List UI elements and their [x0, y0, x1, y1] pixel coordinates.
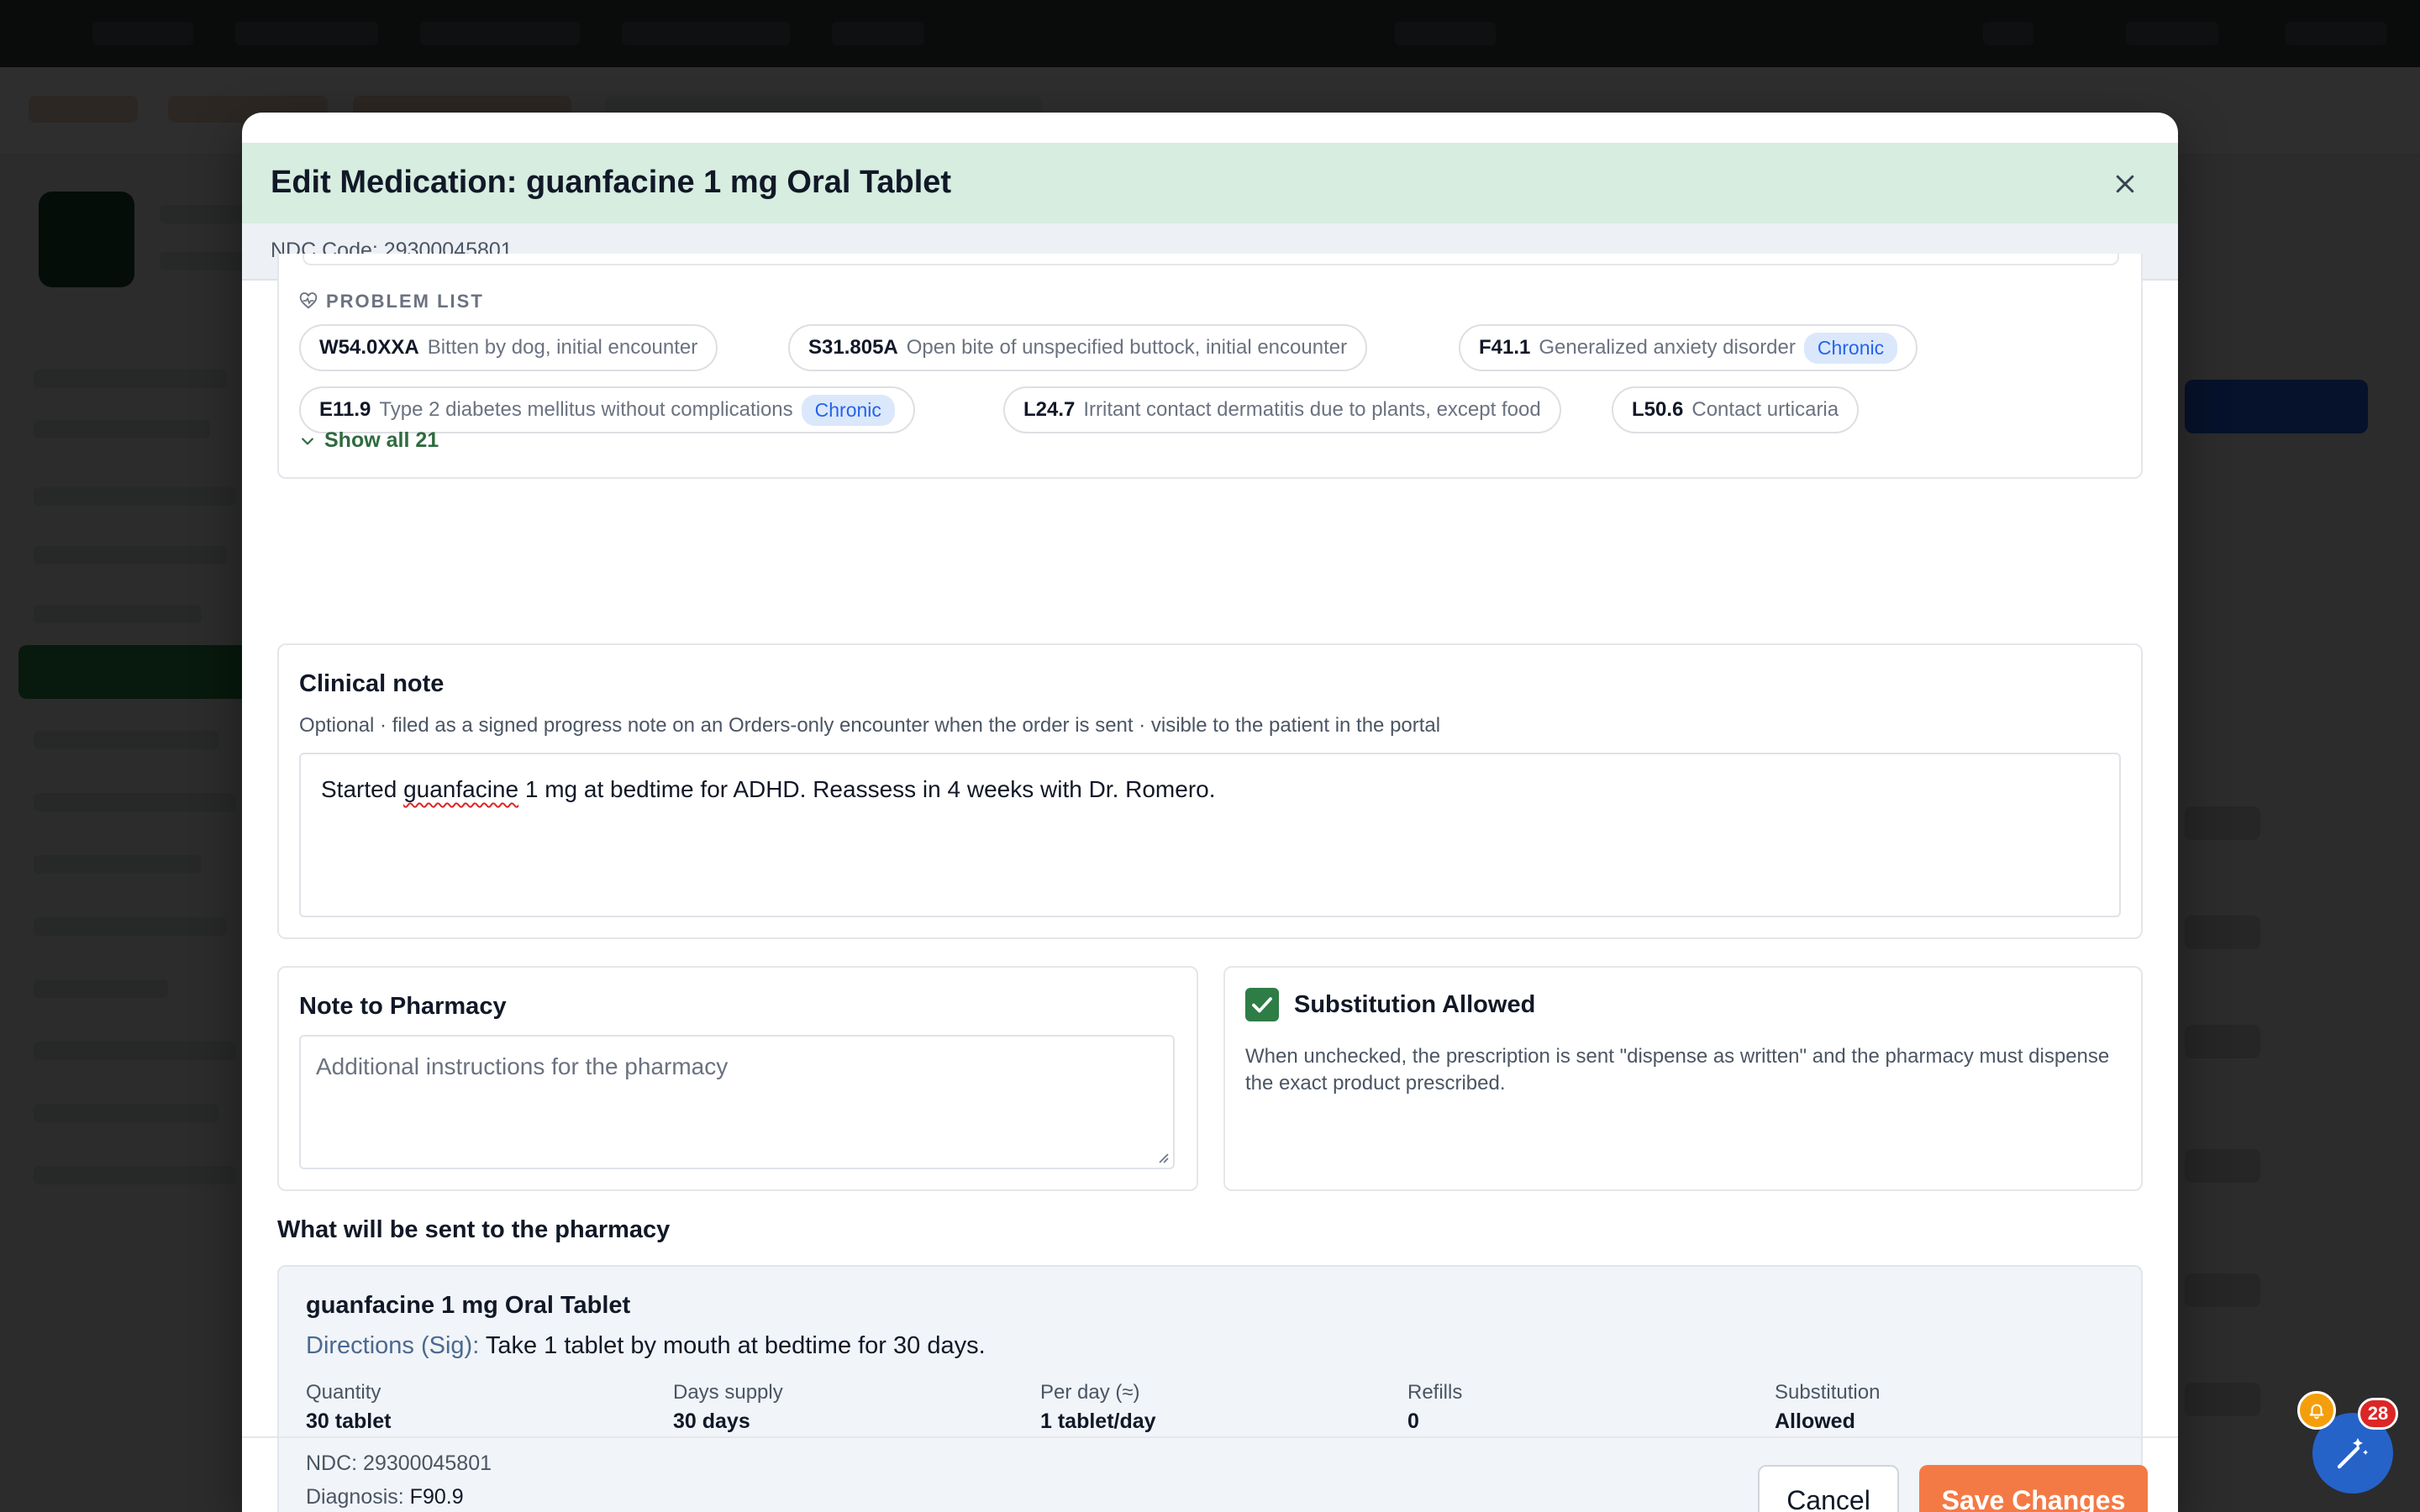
summary-field-days-supply: Days supply 30 days — [673, 1381, 783, 1433]
resize-grip-icon[interactable] — [1155, 1149, 1170, 1164]
modal-title: Edit Medication: guanfacine 1 mg Oral Ta… — [271, 165, 952, 200]
notification-bell-button[interactable] — [2297, 1391, 2336, 1430]
problem-list-heading: PROBLEM LIST — [299, 291, 484, 312]
chronic-badge: Chronic — [1803, 332, 1898, 364]
heart-pulse-icon — [299, 292, 318, 309]
summary-heading: What will be sent to the pharmacy — [277, 1216, 671, 1243]
magic-wand-icon — [2337, 1438, 2368, 1469]
summary-field-quantity: Quantity 30 tablet — [306, 1381, 392, 1433]
pharmacy-note-card: Note to Pharmacy Additional instructions… — [277, 966, 1198, 1191]
summary-field-substitution: Substitution Allowed — [1775, 1381, 1881, 1433]
pharmacy-note-textarea[interactable]: Additional instructions for the pharmacy — [299, 1035, 1175, 1169]
substitution-card: Substitution Allowed When unchecked, the… — [1223, 966, 2143, 1191]
problem-chip[interactable]: E11.9 Type 2 diabetes mellitus without c… — [299, 386, 915, 433]
summary-field-per-day: Per day (≈) 1 tablet/day — [1040, 1381, 1156, 1433]
pharmacy-note-placeholder: Additional instructions for the pharmacy — [316, 1053, 729, 1079]
close-icon — [2116, 175, 2134, 193]
substitution-label[interactable]: Substitution Allowed — [1294, 991, 1535, 1019]
pharmacy-note-title: Note to Pharmacy — [299, 993, 507, 1020]
summary-diagnosis: Diagnosis: F90.9 — [306, 1485, 464, 1509]
chronic-badge: Chronic — [801, 394, 895, 426]
edit-medication-modal: Edit Medication: guanfacine 1 mg Oral Ta… — [242, 113, 2178, 1512]
summary-field-refills: Refills 0 — [1407, 1381, 1463, 1433]
clinical-note-text: Started guanfacine 1 mg at bedtime for A… — [321, 776, 1216, 802]
save-changes-button[interactable]: Save Changes — [1919, 1465, 2148, 1512]
modal-body[interactable]: PROBLEM LIST W54.0XXA Bitten by dog, ini… — [242, 254, 2178, 1512]
substitution-hint: When unchecked, the prescription is sent… — [1245, 1045, 2110, 1095]
summary-ndc: NDC: 29300045801 — [306, 1452, 492, 1475]
modal-header: Edit Medication: guanfacine 1 mg Oral Ta… — [242, 143, 2178, 223]
show-all-problems-button[interactable]: Show all 21 — [299, 428, 439, 453]
problem-chip[interactable]: F41.1 Generalized anxiety disorder Chron… — [1459, 324, 1918, 371]
problem-chip[interactable]: L50.6 Contact urticaria — [1612, 386, 1860, 433]
substitution-checkbox[interactable] — [1245, 988, 1279, 1021]
close-button[interactable] — [2106, 165, 2144, 203]
check-icon — [1252, 997, 1272, 1013]
footer-divider — [242, 1436, 2178, 1438]
summary-sig: Directions (Sig): Take 1 tablet by mouth… — [306, 1332, 986, 1359]
cancel-button[interactable]: Cancel — [1758, 1465, 1899, 1512]
problem-chip[interactable]: W54.0XXA Bitten by dog, initial encounte… — [299, 324, 718, 371]
notification-count-badge: 28 — [2358, 1398, 2398, 1430]
chevron-down-icon — [302, 437, 313, 444]
problem-list-card: PROBLEM LIST W54.0XXA Bitten by dog, ini… — [277, 254, 2143, 479]
bell-icon — [2309, 1404, 2324, 1420]
problem-chip[interactable]: L24.7 Irritant contact dermatitis due to… — [1003, 386, 1561, 433]
clinical-note-title: Clinical note — [299, 670, 445, 697]
clinical-note-card: Clinical note Optional · filed as a sign… — [277, 643, 2143, 939]
problem-chip[interactable]: S31.805A Open bite of unspecified buttoc… — [788, 324, 1368, 371]
summary-drug-name: guanfacine 1 mg Oral Tablet — [306, 1292, 631, 1319]
clinical-note-hint: Optional · filed as a signed progress no… — [299, 714, 1441, 737]
clinical-note-textarea[interactable]: Started guanfacine 1 mg at bedtime for A… — [299, 753, 2121, 917]
